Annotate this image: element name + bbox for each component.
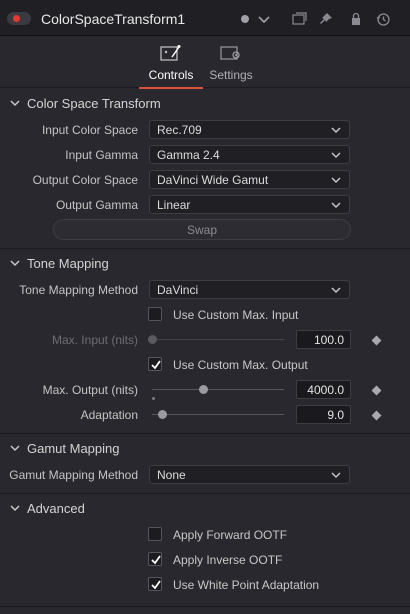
settings-icon <box>220 46 240 60</box>
output-color-space-dropdown[interactable]: DaVinci Wide Gamut <box>149 170 350 189</box>
dropdown-value: DaVinci <box>157 283 199 297</box>
keyframe-diamond-icon[interactable] <box>371 410 382 421</box>
field-value: 9.0 <box>327 408 344 422</box>
use-custom-max-output-checkbox[interactable] <box>148 357 162 371</box>
dropdown-value: None <box>157 468 186 482</box>
keyframe-diamond-icon[interactable] <box>371 385 382 396</box>
apply-forward-ootf-label: Apply Forward OOTF <box>173 528 288 542</box>
gamut-mapping-method-label: Gamut Mapping Method <box>9 468 138 482</box>
max-output-slider-thumb[interactable] <box>199 385 208 394</box>
color-dot-icon[interactable] <box>238 11 254 27</box>
tab-bar: Controls Settings <box>0 36 410 89</box>
use-custom-max-output-label: Use Custom Max. Output <box>173 358 308 372</box>
pin-icon[interactable] <box>318 11 334 27</box>
dropdown-value: Gamma 2.4 <box>157 148 220 162</box>
use-white-point-adaptation-checkbox[interactable] <box>148 577 162 591</box>
checkmark-icon <box>151 360 161 370</box>
tab-settings-label: Settings <box>209 68 253 82</box>
max-input-slider-thumb[interactable] <box>148 335 157 344</box>
input-color-space-dropdown[interactable]: Rec.709 <box>149 120 350 139</box>
section-title: Advanced <box>27 501 85 516</box>
chevron-down-icon <box>10 445 20 452</box>
apply-forward-ootf-checkbox[interactable] <box>148 527 162 541</box>
output-gamma-dropdown[interactable]: Linear <box>149 195 350 214</box>
adaptation-field[interactable]: 9.0 <box>296 405 351 424</box>
divider <box>0 606 410 607</box>
section-title: Color Space Transform <box>27 96 161 111</box>
input-gamma-dropdown[interactable]: Gamma 2.4 <box>149 145 350 164</box>
window-icon[interactable] <box>291 11 307 27</box>
max-output-slider-track[interactable] <box>152 389 284 390</box>
chevron-down-icon <box>331 472 341 479</box>
use-custom-max-input-label: Use Custom Max. Input <box>173 308 299 322</box>
max-output-label: Max. Output (nits) <box>42 383 138 397</box>
section-gamut-mapping[interactable]: Gamut Mapping <box>0 438 410 460</box>
divider <box>0 493 410 494</box>
max-input-field[interactable]: 100.0 <box>296 330 351 349</box>
chevron-down-icon <box>10 260 20 267</box>
node-title: ColorSpaceTransform1 <box>41 11 186 27</box>
apply-inverse-ootf-label: Apply Inverse OOTF <box>173 553 283 567</box>
section-title: Gamut Mapping <box>27 441 120 456</box>
checkmark-icon <box>151 580 161 590</box>
checkmark-icon <box>151 555 161 565</box>
output-gamma-label: Output Gamma <box>55 198 138 212</box>
chevron-down-icon <box>331 202 341 209</box>
tone-mapping-method-label: Tone Mapping Method <box>19 283 138 297</box>
chevron-down-icon[interactable] <box>256 11 272 27</box>
field-value: 100.0 <box>313 333 344 347</box>
swap-button[interactable]: Swap <box>53 219 351 240</box>
chevron-down-icon <box>331 127 341 134</box>
adaptation-slider-thumb[interactable] <box>158 410 167 419</box>
adaptation-label: Adaptation <box>80 408 138 422</box>
input-color-space-label: Input Color Space <box>41 123 138 137</box>
chevron-down-icon <box>10 100 20 107</box>
use-custom-max-input-checkbox[interactable] <box>148 307 162 321</box>
field-value: 4000.0 <box>307 383 344 397</box>
tone-mapping-method-dropdown[interactable]: DaVinci <box>149 280 350 299</box>
apply-inverse-ootf-checkbox[interactable] <box>148 552 162 566</box>
tab-controls[interactable]: Controls <box>139 36 203 89</box>
reset-icon[interactable] <box>375 11 391 27</box>
max-input-slider-track[interactable] <box>152 339 284 340</box>
use-white-point-adaptation-label: Use White Point Adaptation <box>173 578 320 592</box>
adaptation-slider-track[interactable] <box>152 414 284 415</box>
tab-settings[interactable]: Settings <box>199 36 263 88</box>
section-tone-mapping[interactable]: Tone Mapping <box>0 253 410 275</box>
dropdown-value: Linear <box>157 198 191 212</box>
toggle-dot-icon <box>13 15 20 22</box>
output-color-space-label: Output Color Space <box>32 173 138 187</box>
lock-icon[interactable] <box>348 11 364 27</box>
chevron-down-icon <box>331 177 341 184</box>
slider-default-marker <box>152 397 155 400</box>
max-input-label: Max. Input (nits) <box>51 333 138 347</box>
dropdown-value: Rec.709 <box>157 123 202 137</box>
chevron-down-icon <box>10 505 20 512</box>
dropdown-value: DaVinci Wide Gamut <box>157 173 269 187</box>
divider <box>0 433 410 434</box>
section-color-space-transform[interactable]: Color Space Transform <box>0 93 410 115</box>
tab-controls-label: Controls <box>148 68 194 82</box>
max-output-field[interactable]: 4000.0 <box>296 380 351 399</box>
keyframe-diamond-icon[interactable] <box>371 335 382 346</box>
chevron-down-icon <box>331 152 341 159</box>
controls-icon <box>160 45 181 61</box>
chevron-down-icon <box>331 287 341 294</box>
section-title: Tone Mapping <box>27 256 109 271</box>
node-enable-toggle[interactable] <box>7 12 31 25</box>
gamut-mapping-method-dropdown[interactable]: None <box>149 465 350 484</box>
active-tab-indicator <box>139 87 203 89</box>
divider <box>0 248 410 249</box>
section-advanced[interactable]: Advanced <box>0 498 410 520</box>
node-header: ColorSpaceTransform1 <box>0 0 410 36</box>
input-gamma-label: Input Gamma <box>65 148 138 162</box>
swap-button-label: Swap <box>186 223 218 237</box>
